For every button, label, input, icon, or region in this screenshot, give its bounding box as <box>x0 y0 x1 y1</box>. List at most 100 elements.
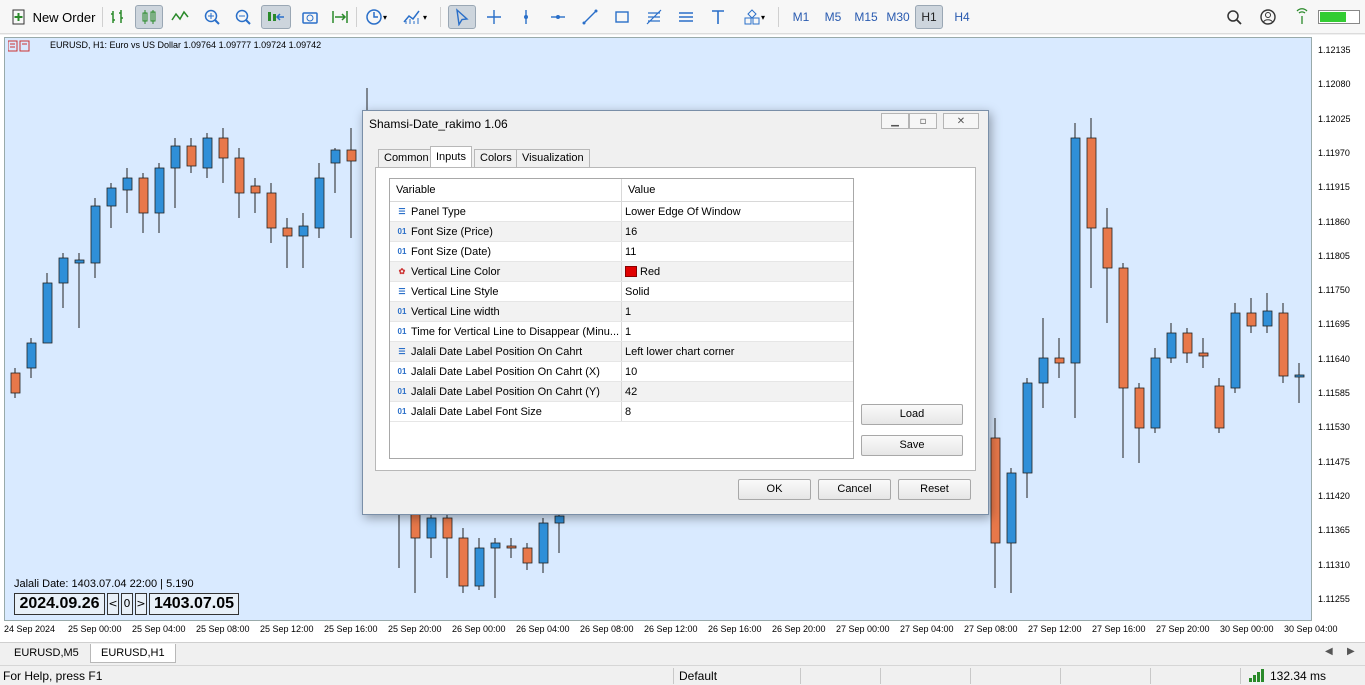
chart-title: EURUSD, H1: Euro vs US Dollar 1.09764 1.… <box>50 40 322 50</box>
minimize-button[interactable]: ▁ <box>881 113 909 129</box>
shapes-button[interactable]: ▾ <box>736 5 772 29</box>
candle-body <box>1150 357 1161 429</box>
input-variable-label: Jalali Date Label Position On Cahrt (X) <box>411 365 600 378</box>
input-value-label: 11 <box>625 245 637 258</box>
new-order-label: New Order <box>32 9 96 25</box>
candle-body <box>990 437 1001 544</box>
timeframe-m15[interactable]: M15 <box>851 5 881 29</box>
fibonacci-button[interactable] <box>642 5 666 29</box>
bar-chart-button[interactable] <box>106 5 130 29</box>
input-value-cell[interactable]: Lower Edge Of Window <box>622 202 853 221</box>
prev-date-button[interactable]: < <box>107 593 119 615</box>
line-chart-button[interactable] <box>168 5 192 29</box>
scroll-right-icon[interactable]: ▶ <box>1347 646 1355 657</box>
screenshot-button[interactable] <box>298 5 322 29</box>
search-button[interactable] <box>1222 5 1246 29</box>
candle-body <box>538 522 549 564</box>
timeframe-h4[interactable]: H4 <box>948 5 976 29</box>
maximize-button[interactable]: ▫ <box>909 113 937 129</box>
account-button[interactable] <box>1256 5 1280 29</box>
timeframe-m30[interactable]: M30 <box>883 5 913 29</box>
input-row[interactable]: 01 Vertical Line width 1 <box>390 302 853 322</box>
input-value-cell[interactable]: 16 <box>622 222 853 241</box>
load-button[interactable]: Load <box>861 404 963 425</box>
save-button[interactable]: Save <box>861 435 963 456</box>
timeframe-m1[interactable]: M1 <box>787 5 815 29</box>
candle-body <box>26 342 37 369</box>
new-order-button[interactable]: New Order <box>10 5 96 29</box>
input-row[interactable]: ☰ Jalali Date Label Position On Cahrt Left… <box>390 342 853 362</box>
timeframe-m5[interactable]: M5 <box>819 5 847 29</box>
int-icon: 01 <box>397 306 407 316</box>
reset-button[interactable]: Reset <box>898 479 971 500</box>
reset-date-button[interactable]: 0 <box>121 593 133 615</box>
candlestick-button[interactable] <box>135 5 163 29</box>
input-value-cell[interactable]: 10 <box>622 362 853 381</box>
input-value-cell[interactable]: 1 <box>622 302 853 321</box>
text-button[interactable] <box>706 5 730 29</box>
input-value-label: Red <box>640 265 661 278</box>
crosshair-button[interactable] <box>482 5 506 29</box>
price-axis-label: 1.11530 <box>1318 422 1350 433</box>
input-row[interactable]: 01 Jalali Date Label Font Size 8 <box>390 402 853 422</box>
input-row[interactable]: ✿ Vertical Line Color Red <box>390 262 853 282</box>
status-bar: For Help, press F1 Default 132.34 ms <box>0 665 1365 685</box>
zoom-out-icon <box>235 9 251 25</box>
input-value-cell[interactable]: 8 <box>622 402 853 421</box>
ok-button[interactable]: OK <box>738 479 811 500</box>
periods-button[interactable]: ▾ <box>360 5 392 29</box>
input-value-cell[interactable]: 1 <box>622 322 853 341</box>
price-axis-label: 1.11420 <box>1318 490 1350 501</box>
next-date-button[interactable]: > <box>135 593 147 615</box>
cancel-button[interactable]: Cancel <box>818 479 891 500</box>
input-value-cell[interactable]: Red <box>622 262 853 281</box>
indicators-button[interactable]: ▾ <box>396 5 434 29</box>
tab-eurusd-m5[interactable]: EURUSD,M5 <box>4 644 89 663</box>
tab-colors[interactable]: Colors <box>474 149 518 167</box>
input-row[interactable]: 01 Jalali Date Label Position On Cahrt (Y… <box>390 382 853 402</box>
cursor-button[interactable] <box>448 5 476 29</box>
input-value-cell[interactable]: 11 <box>622 242 853 261</box>
horizontal-line-button[interactable] <box>546 5 570 29</box>
rectangle-button[interactable] <box>610 5 634 29</box>
input-row[interactable]: 01 Time for Vertical Line to Disappear (M… <box>390 322 853 342</box>
tab-common[interactable]: Common <box>378 149 435 167</box>
zoom-out-button[interactable] <box>231 5 255 29</box>
channel-button[interactable] <box>674 5 698 29</box>
chart-shift-button[interactable] <box>328 5 352 29</box>
time-axis-label: 25 Sep 04:00 <box>132 624 186 634</box>
minimize-icon: ▁ <box>891 115 899 127</box>
input-value-cell[interactable]: 42 <box>622 382 853 401</box>
signal-button[interactable] <box>1290 5 1314 29</box>
candle-body <box>1038 357 1049 384</box>
time-axis-label: 27 Sep 20:00 <box>1156 624 1210 634</box>
zoom-in-button[interactable] <box>200 5 224 29</box>
input-row[interactable]: 01 Font Size (Date) 11 <box>390 242 853 262</box>
input-row[interactable]: 01 Font Size (Price) 16 <box>390 222 853 242</box>
camera-icon <box>302 12 318 24</box>
input-row[interactable]: ☰ Vertical Line Style Solid <box>390 282 853 302</box>
tab-visualization[interactable]: Visualization <box>516 149 590 167</box>
close-button[interactable]: ✕ <box>943 113 979 129</box>
candle-body <box>298 225 309 237</box>
input-row[interactable]: 01 Jalali Date Label Position On Cahrt (X… <box>390 362 853 382</box>
tab-eurusd-h1[interactable]: EURUSD,H1 <box>90 644 176 663</box>
input-value-cell[interactable]: Left lower chart corner <box>622 342 853 361</box>
input-value-label: Solid <box>625 285 650 298</box>
line-chart-icon <box>171 10 189 21</box>
int-icon: 01 <box>397 386 407 396</box>
scroll-left-icon[interactable]: ◀ <box>1325 646 1333 657</box>
input-row[interactable]: ☰ Panel Type Lower Edge Of Window <box>390 202 853 222</box>
vertical-line-button[interactable] <box>514 5 538 29</box>
timeframe-h1[interactable]: H1 <box>915 5 943 29</box>
input-value-cell[interactable]: Solid <box>622 282 853 301</box>
price-axis-label: 1.12135 <box>1318 45 1351 55</box>
trendline-button[interactable] <box>578 5 602 29</box>
enum-icon: ☰ <box>398 206 406 216</box>
price-axis-label: 1.11310 <box>1318 559 1350 570</box>
price-axis-label: 1.11970 <box>1318 147 1350 158</box>
tab-inputs[interactable]: Inputs <box>430 146 472 168</box>
candle-body <box>58 257 69 284</box>
autoscroll-button[interactable] <box>261 5 291 29</box>
candle-body <box>458 537 469 587</box>
